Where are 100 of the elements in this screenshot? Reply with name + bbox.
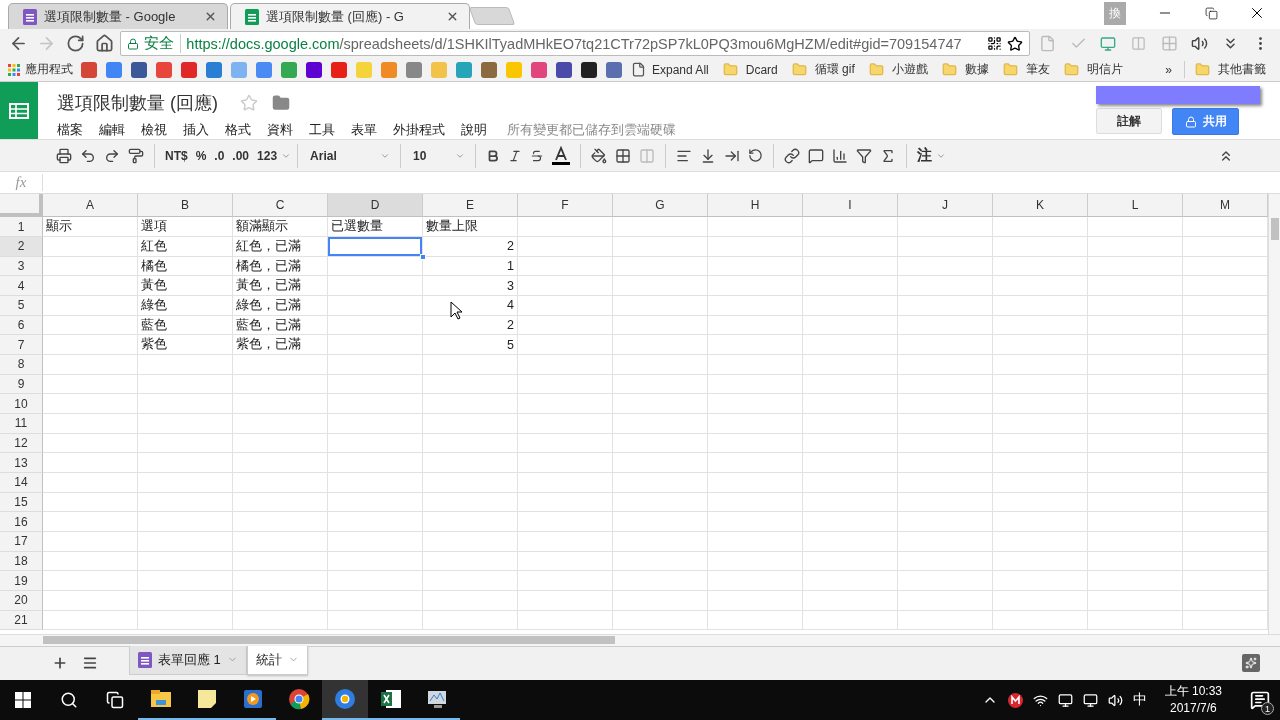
column-header[interactable]: C [233, 194, 328, 218]
link-icon[interactable] [784, 147, 801, 164]
table-cell[interactable] [993, 512, 1088, 532]
table-cell[interactable] [1088, 355, 1183, 375]
table-cell[interactable] [613, 256, 708, 277]
table-cell[interactable] [708, 551, 803, 572]
table-cell[interactable] [43, 512, 138, 532]
table-cell[interactable] [233, 413, 328, 434]
table-cell[interactable] [613, 394, 708, 414]
table-cell[interactable] [803, 472, 898, 493]
column-header[interactable]: M [1183, 194, 1268, 218]
table-cell[interactable] [138, 492, 233, 513]
bookmark-icon[interactable] [306, 61, 322, 78]
table-cell[interactable] [1088, 335, 1183, 355]
table-cell[interactable] [803, 413, 898, 434]
table-cell[interactable] [898, 433, 993, 454]
table-cell[interactable]: 藍色 [138, 315, 233, 336]
table-cell[interactable]: 紅色，已滿 [233, 237, 328, 257]
table-cell[interactable] [898, 590, 993, 611]
table-cell[interactable]: 1 [423, 256, 518, 277]
bookmark-folder[interactable]: 小遊戲 [891, 61, 928, 79]
monitor-app-icon[interactable] [426, 689, 448, 709]
table-cell[interactable] [993, 256, 1088, 277]
percent-button[interactable]: % [191, 148, 211, 163]
table-cell[interactable] [233, 610, 328, 631]
address-field[interactable]: 安全 https://docs.google.com/spreadsheets/d/1SHKIlTyadMHkEO7tq21CTr72pSP7kL0PQ3mou6MgHZM/edit#gid=709154747 [120, 31, 1031, 57]
menu-item[interactable]: 插入 [183, 121, 209, 140]
table-cell[interactable] [328, 610, 423, 631]
table-cell[interactable] [233, 472, 328, 493]
table-cell[interactable] [708, 374, 803, 395]
sheets-logo[interactable] [9, 102, 29, 119]
table-cell[interactable] [898, 237, 993, 257]
table-cell[interactable] [328, 413, 423, 434]
table-cell[interactable] [518, 296, 613, 316]
table-cell[interactable]: 藍色，已滿 [233, 315, 328, 336]
table-cell[interactable] [518, 355, 613, 375]
menu-item[interactable]: 外掛程式 [393, 121, 445, 140]
table-cell[interactable] [1088, 492, 1183, 513]
merge-cells-icon[interactable] [639, 147, 656, 164]
table-cell[interactable] [43, 296, 138, 316]
menu-item[interactable]: 資料 [267, 121, 293, 140]
table-cell[interactable] [803, 394, 898, 414]
table-cell[interactable] [138, 531, 233, 552]
table-cell[interactable] [423, 610, 518, 631]
mega-icon[interactable] [1007, 692, 1023, 708]
bookmark-folder[interactable]: Dcard [745, 62, 778, 77]
folder-icon[interactable] [1002, 62, 1018, 78]
speaker-icon[interactable] [1191, 35, 1209, 53]
table-cell[interactable] [423, 512, 518, 532]
table-cell[interactable] [1088, 256, 1183, 277]
start-icon[interactable] [15, 692, 31, 708]
table-cell[interactable]: 紫色，已滿 [233, 335, 328, 355]
table-cell[interactable] [803, 551, 898, 572]
table-cell[interactable] [993, 531, 1088, 552]
table-cell[interactable] [518, 512, 613, 532]
column-header[interactable]: E [423, 194, 518, 218]
strikethrough-icon[interactable] [530, 148, 545, 163]
table-cell[interactable] [803, 355, 898, 375]
table-cell[interactable] [1088, 472, 1183, 493]
table-cell[interactable] [993, 571, 1088, 591]
table-cell[interactable] [328, 433, 423, 454]
table-cell[interactable]: 橘色，已滿 [233, 256, 328, 277]
table-cell[interactable] [708, 531, 803, 552]
table-cell[interactable] [43, 610, 138, 631]
table-cell[interactable] [518, 492, 613, 513]
table-cell[interactable] [423, 394, 518, 414]
increase-decimals-button[interactable]: .00 [228, 148, 254, 163]
paint-format-icon[interactable] [128, 147, 144, 164]
table-cell[interactable] [803, 571, 898, 591]
table-cell[interactable] [613, 531, 708, 552]
row-header[interactable]: 1 [0, 217, 43, 238]
table-cell[interactable] [803, 335, 898, 355]
table-cell[interactable] [423, 374, 518, 395]
table-cell[interactable] [518, 335, 613, 355]
table-cell[interactable] [803, 296, 898, 316]
table-cell[interactable] [328, 472, 423, 493]
page-icon[interactable] [631, 62, 646, 78]
more-formats-button[interactable]: 123 [253, 148, 282, 163]
table-cell[interactable] [708, 492, 803, 513]
bookmark-link[interactable]: 應用程式 [25, 61, 73, 79]
table-cell[interactable] [993, 276, 1088, 297]
table-cell[interactable] [138, 551, 233, 572]
table-cell[interactable] [613, 551, 708, 572]
table-cell[interactable] [423, 571, 518, 591]
table-cell[interactable] [518, 571, 613, 591]
table-cell[interactable] [803, 276, 898, 297]
table-cell[interactable] [423, 590, 518, 611]
sheet-tab[interactable]: 表單回應 1 [129, 645, 247, 675]
bookmark-folder[interactable]: 其他書籤 [1218, 61, 1266, 79]
table-cell[interactable] [233, 453, 328, 473]
table-cell[interactable] [803, 492, 898, 513]
bookmark-folder[interactable]: 筆友 [1025, 61, 1050, 79]
menu-item[interactable]: 表單 [351, 121, 377, 140]
table-cell[interactable] [233, 374, 328, 395]
table-cell[interactable]: 顯示 [43, 217, 138, 238]
menu-item[interactable]: 檔案 [57, 121, 83, 140]
column-header[interactable]: A [43, 194, 138, 218]
table-cell[interactable] [233, 394, 328, 414]
table-cell[interactable] [803, 453, 898, 473]
table-cell[interactable] [993, 492, 1088, 513]
